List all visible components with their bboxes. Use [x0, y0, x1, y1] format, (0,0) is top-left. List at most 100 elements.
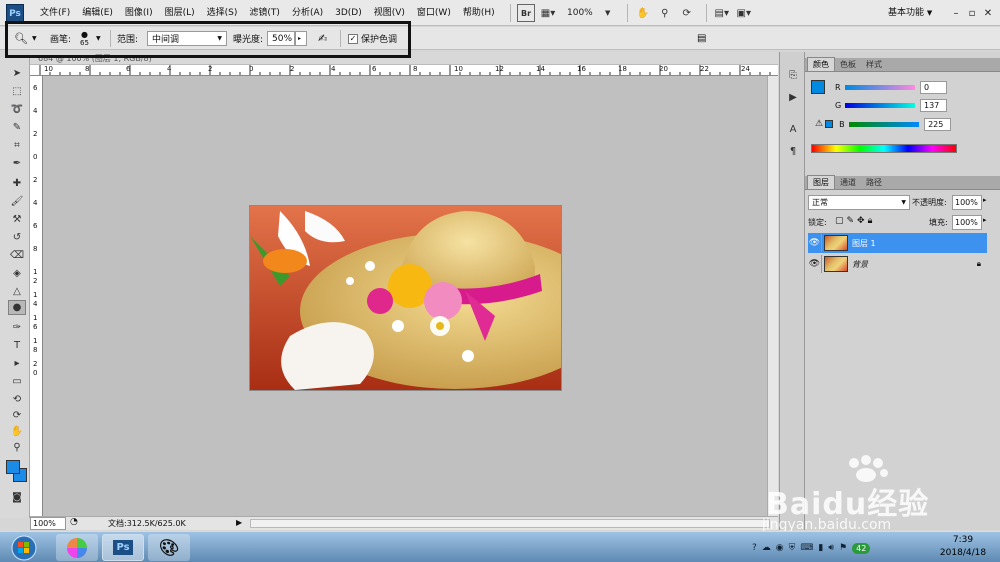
- actions-panel-icon[interactable]: ▶: [785, 92, 801, 106]
- r-slider[interactable]: [845, 84, 915, 90]
- menu-window[interactable]: 窗口(W): [411, 0, 457, 26]
- vertical-scrollbar[interactable]: [767, 76, 778, 516]
- type-tool-icon[interactable]: T: [8, 338, 26, 353]
- lock-icons[interactable]: ▢✎✥🔒︎: [835, 216, 875, 226]
- network-icon[interactable]: ▮: [818, 543, 823, 553]
- rotate-view-icon[interactable]: ⟳: [678, 4, 696, 22]
- flag-icon[interactable]: ⚑: [839, 543, 847, 553]
- app-bar-tools: Br ▦▾ 100% ▼ ✋ ⚲ ⟳ ▤▾ ▣▾: [504, 3, 757, 23]
- volume-icon[interactable]: 🔊︎: [828, 543, 834, 553]
- taskbar-paint[interactable]: 🎨︎: [148, 534, 190, 561]
- arrange-documents-icon[interactable]: ▤▾: [713, 4, 731, 22]
- arrow-right-icon[interactable]: ▸: [983, 196, 987, 204]
- layer-thumbnail: [824, 235, 848, 251]
- arrow-right-icon[interactable]: ▸: [983, 216, 987, 224]
- history-panel-icon[interactable]: ⎘: [785, 70, 801, 84]
- status-zoom-field[interactable]: 100%: [30, 517, 66, 530]
- brush-tool-icon[interactable]: 🖌︎: [8, 194, 26, 209]
- character-panel-icon[interactable]: A: [785, 124, 801, 138]
- dodge-tool-icon[interactable]: ●: [8, 300, 26, 315]
- eye-icon[interactable]: 👁︎: [808, 234, 822, 252]
- shape-tool-icon[interactable]: ▭: [8, 374, 26, 389]
- view-extras-icon[interactable]: ▦▾: [539, 4, 557, 22]
- workspace-switcher[interactable]: 基本功能 ▼: [888, 0, 932, 26]
- eraser-tool-icon[interactable]: ⌫: [8, 248, 26, 263]
- tab-swatches[interactable]: 色板: [835, 58, 861, 71]
- color-fg-swatch[interactable]: [811, 80, 825, 94]
- bridge-icon[interactable]: Br: [517, 4, 535, 22]
- keyboard-icon[interactable]: ⌨: [800, 543, 813, 553]
- taskbar-color-app[interactable]: [56, 534, 98, 561]
- opacity-field[interactable]: 100%: [952, 195, 982, 210]
- quick-select-tool-icon[interactable]: ✎: [8, 120, 26, 135]
- layer-row-layer1[interactable]: 👁︎ 图层 1: [808, 233, 987, 253]
- tab-paths[interactable]: 路径: [861, 176, 887, 189]
- blend-mode-select[interactable]: 正常 ▼: [808, 195, 910, 210]
- panel-toggle-icon[interactable]: ▤: [697, 27, 706, 50]
- screen-mode-icon[interactable]: ▣▾: [735, 4, 753, 22]
- history-brush-tool-icon[interactable]: ↺: [8, 230, 26, 245]
- fill-field[interactable]: 100%: [952, 215, 982, 230]
- gamut-swatch[interactable]: [825, 120, 834, 128]
- lasso-tool-icon[interactable]: ➰: [8, 102, 26, 117]
- eye-icon[interactable]: 👁︎: [808, 255, 822, 273]
- cloud-icon[interactable]: ☁: [762, 543, 771, 553]
- paint-bucket-tool-icon[interactable]: ◈: [8, 266, 26, 281]
- color-panel: R 0 G 137 ⚠ B 225: [805, 72, 1000, 164]
- zoom-dropdown-icon[interactable]: ▼: [599, 4, 617, 22]
- path-select-tool-icon[interactable]: ▸: [8, 356, 26, 371]
- clone-stamp-tool-icon[interactable]: ⚒: [8, 212, 26, 227]
- taskbar-photoshop[interactable]: Ps: [102, 534, 144, 561]
- restore-icon[interactable]: ▫: [964, 8, 980, 19]
- blur-tool-icon[interactable]: △: [8, 284, 26, 299]
- hand-tool-icon[interactable]: ✋: [8, 424, 26, 439]
- pen-tool-icon[interactable]: ✑: [8, 320, 26, 335]
- crop-tool-icon[interactable]: ⌗: [8, 138, 26, 153]
- tab-layers[interactable]: 图层: [807, 175, 835, 189]
- g-slider[interactable]: [845, 102, 915, 108]
- status-doc-size[interactable]: 文档:312.5K/625.0K: [108, 517, 186, 530]
- foreground-color-swatch[interactable]: [6, 460, 20, 474]
- horizontal-scrollbar[interactable]: [250, 519, 770, 528]
- paragraph-panel-icon[interactable]: ¶: [785, 146, 801, 160]
- layer-row-background[interactable]: 👁︎ 背景 🔒︎: [808, 254, 987, 274]
- status-icon[interactable]: ◔: [70, 517, 78, 527]
- zoom-tool-icon[interactable]: ⚲: [656, 4, 674, 22]
- tab-channels[interactable]: 通道: [835, 176, 861, 189]
- tab-styles[interactable]: 样式: [861, 58, 887, 71]
- help-icon[interactable]: ?: [752, 543, 757, 553]
- app-tray-icon[interactable]: ◉: [776, 543, 784, 553]
- hand-tool-icon[interactable]: ✋: [634, 4, 652, 22]
- tab-color[interactable]: 颜色: [807, 57, 835, 71]
- quick-mask-icon[interactable]: ◙: [8, 490, 26, 505]
- b-value[interactable]: 225: [924, 117, 952, 131]
- arrow-right-icon[interactable]: ▶: [236, 518, 242, 527]
- clock-date: 2018/4/18: [939, 548, 987, 558]
- r-value[interactable]: 0: [920, 80, 947, 94]
- 3d-orbit-tool-icon[interactable]: ⟳: [8, 408, 26, 423]
- minimize-icon[interactable]: –: [948, 8, 964, 19]
- move-tool-icon[interactable]: ➤: [8, 66, 26, 81]
- zoom-tool-icon[interactable]: ⚲: [8, 440, 26, 455]
- g-value[interactable]: 137: [920, 98, 947, 112]
- ruler-label: 4: [33, 199, 38, 207]
- shield-icon[interactable]: ⛨: [789, 543, 796, 553]
- menu-help[interactable]: 帮助(H): [457, 0, 501, 26]
- g-label: G: [835, 100, 842, 110]
- zoom-level[interactable]: 100%: [561, 8, 599, 18]
- lock-icon: 🔒︎: [976, 259, 981, 268]
- color-spectrum[interactable]: [811, 144, 957, 153]
- 3d-rotate-tool-icon[interactable]: ⟲: [8, 392, 26, 407]
- close-icon[interactable]: ✕: [980, 8, 996, 19]
- clock-time: 7:39: [952, 535, 974, 545]
- marquee-tool-icon[interactable]: ⬚: [8, 84, 26, 99]
- tray-badge[interactable]: 42: [852, 542, 871, 554]
- clock[interactable]: 7:39 2018/4/18: [930, 534, 996, 560]
- document-image[interactable]: [250, 206, 561, 390]
- b-slider[interactable]: [849, 121, 920, 127]
- ruler-label: 8: [33, 346, 38, 354]
- start-button[interactable]: [2, 534, 46, 561]
- eyedropper-tool-icon[interactable]: ✒: [8, 156, 26, 171]
- toolbox: ➤ ⬚ ➰ ✎ ⌗ ✒ ✚ 🖌︎ ⚒ ↺ ⌫ ◈ △ ● ✑ T ▸ ▭ ⟲ ⟳…: [0, 58, 30, 518]
- healing-brush-tool-icon[interactable]: ✚: [8, 176, 26, 191]
